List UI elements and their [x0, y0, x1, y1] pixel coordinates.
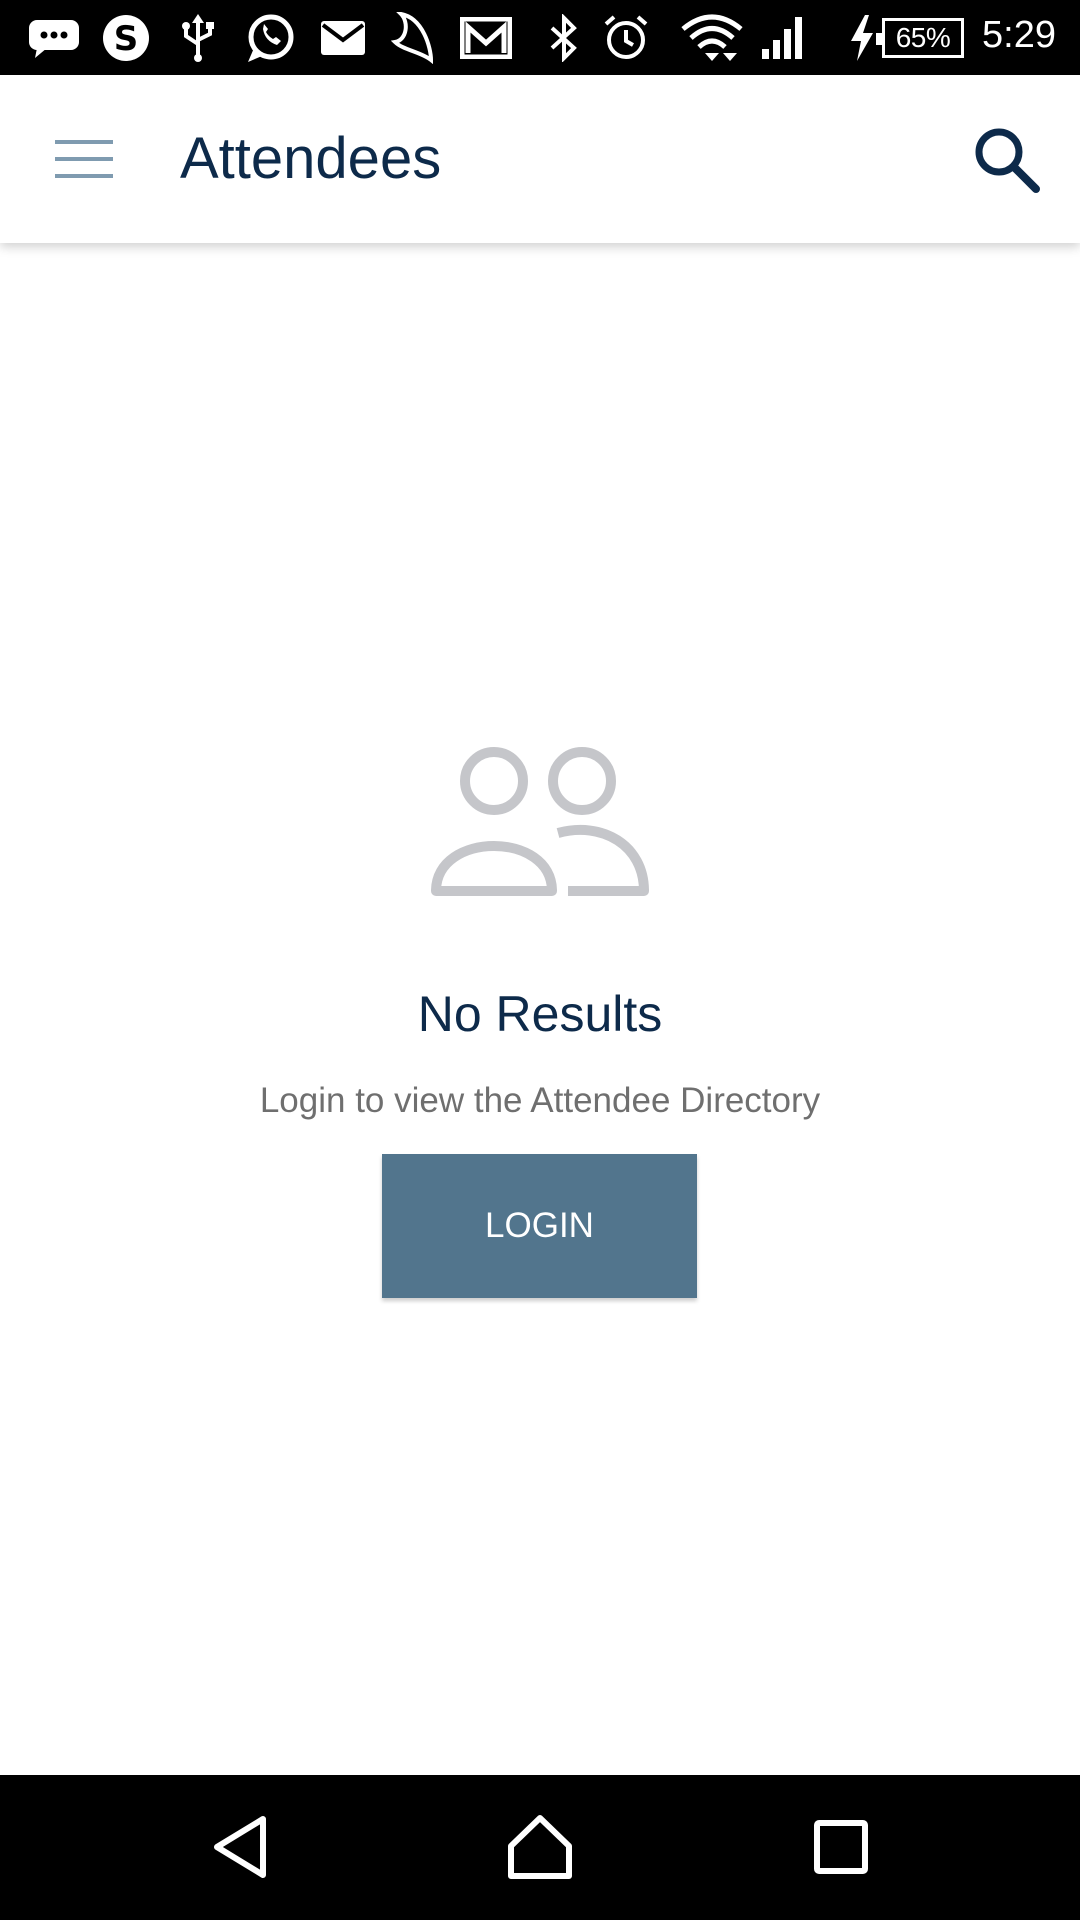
login-button[interactable]: LOGIN [382, 1154, 697, 1298]
svg-text:S: S [114, 19, 139, 59]
search-icon [975, 128, 1040, 193]
recents-button[interactable] [796, 1807, 886, 1887]
home-button[interactable] [495, 1807, 585, 1887]
email-icon [318, 12, 368, 64]
back-icon [214, 1816, 266, 1878]
menu-button[interactable] [42, 121, 126, 197]
people-icon [431, 747, 649, 896]
status-bar: S 65% 5:29 [0, 0, 1080, 75]
gmail-icon [458, 12, 514, 64]
recents-icon [814, 1820, 868, 1874]
empty-title: No Results [417, 986, 663, 1042]
app-bar: Attendees [0, 75, 1080, 243]
navigation-bar [0, 1775, 1080, 1920]
alarm-icon [600, 12, 652, 64]
search-button[interactable] [962, 115, 1052, 205]
battery-icon: 65% [876, 12, 966, 64]
charging-icon [846, 12, 878, 64]
cell-signal-icon [758, 12, 808, 64]
hamburger-menu-icon [55, 140, 113, 178]
screen: S 65% 5:29 Attendees No Results Login to… [0, 0, 1080, 1920]
empty-state: No Results Login to view the Attendee Di… [0, 243, 1080, 1775]
page-title: Attendees [180, 126, 442, 191]
moon-icon [388, 12, 438, 64]
back-button[interactable] [196, 1807, 286, 1887]
messages-icon [26, 12, 82, 64]
empty-subtitle: Login to view the Attendee Directory [259, 1081, 821, 1120]
bluetooth-icon [542, 12, 586, 64]
wifi-icon [680, 12, 744, 64]
usb-icon [176, 12, 220, 64]
whatsapp-icon [242, 12, 298, 64]
battery-percent: 65% [895, 22, 951, 53]
home-icon [508, 1815, 572, 1879]
skype-icon: S [98, 12, 154, 64]
status-time: 5:29 [982, 14, 1056, 56]
